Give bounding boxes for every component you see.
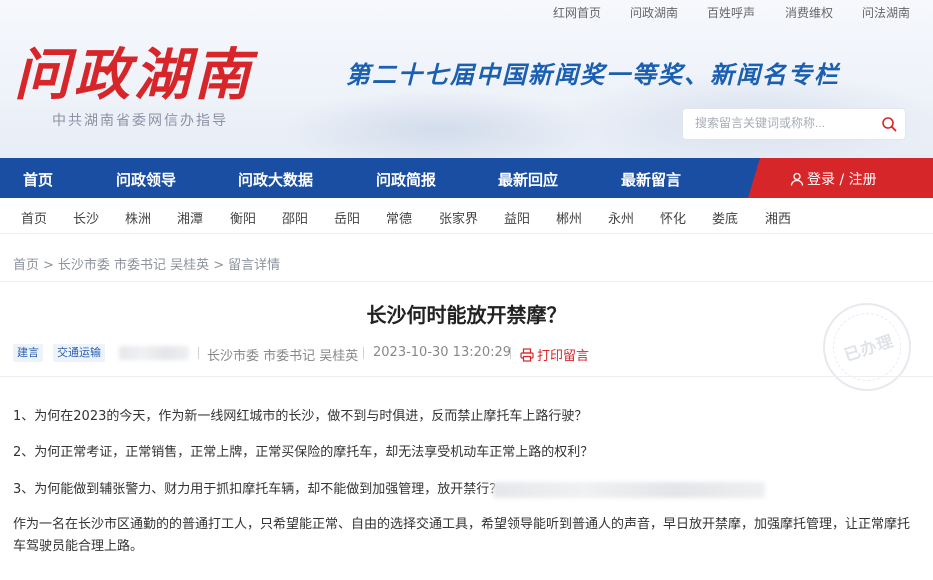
site-logo-subtitle: 中共湖南省委网信办指导	[52, 113, 228, 129]
message-paragraph: 3、为何能做到辅张警力、财力用于抓扣摩托车辆，却不能做到加强管理，放开禁行？	[13, 482, 503, 497]
message-paragraph: 1、为何在2023的今天，作为新一线网红城市的长沙，做不到与时俱进，反而禁止摩托…	[13, 409, 588, 424]
login-register-button[interactable]: 登录 / 注册	[790, 169, 877, 189]
breadcrumb-separator: >	[43, 258, 54, 273]
message-datetime: 2023-10-30 13:20:29	[373, 345, 512, 360]
breadcrumb-current: 留言详情	[228, 258, 281, 273]
printer-icon	[520, 348, 534, 362]
nav-item-latest-response[interactable]: 最新回应	[498, 169, 558, 190]
nav-item-briefing[interactable]: 问政简报	[376, 169, 436, 190]
city-link-home[interactable]: 首页	[21, 208, 47, 227]
tag-topic[interactable]: 交通运输	[53, 344, 105, 362]
city-bar: 首页 长沙 株洲 湘潭 衡阳 邵阳 岳阳 常德 张家界 益阳 郴州 永州 怀化 …	[0, 198, 933, 234]
city-link-xiangtan[interactable]: 湘潭	[177, 208, 203, 227]
city-link-huaihua[interactable]: 怀化	[660, 208, 686, 227]
login-register-label: 登录 / 注册	[807, 172, 877, 188]
city-link-xiangxi[interactable]: 湘西	[765, 208, 791, 227]
city-link-changde[interactable]: 常德	[386, 208, 412, 227]
city-link-yongzhou[interactable]: 永州	[608, 208, 634, 227]
toplink-rednet-home[interactable]: 红网首页	[553, 4, 601, 21]
message-recipient[interactable]: 长沙市委 市委书记 吴桂英	[207, 345, 358, 364]
print-message-button[interactable]: 打印留言	[520, 345, 589, 364]
tag-category[interactable]: 建言	[13, 344, 43, 362]
toplink-consumer-rights[interactable]: 消费维权	[785, 4, 833, 21]
main-nav: 首页 问政领导 问政大数据 问政简报 最新回应 最新留言 登录 / 注册	[0, 158, 933, 198]
city-link-changsha[interactable]: 长沙	[73, 208, 99, 227]
city-link-zhuzhou[interactable]: 株洲	[125, 208, 151, 227]
nav-item-big-data[interactable]: 问政大数据	[238, 169, 313, 190]
message-paragraph: 作为一名在长沙市区通勤的的普通打工人，只希望能正常、自由的选择交通工具，希望领导…	[13, 517, 911, 554]
nav-item-home[interactable]: 首页	[23, 169, 53, 190]
top-links-bar: 红网首页 问政湖南 百姓呼声 消费维权 问法湖南	[0, 0, 933, 24]
city-link-yiyang[interactable]: 益阳	[504, 208, 530, 227]
breadcrumb: 首页 > 长沙市委 市委书记 吴桂英 > 留言详情	[13, 254, 280, 273]
city-link-loudi[interactable]: 娄底	[712, 208, 738, 227]
nav-item-leaders[interactable]: 问政领导	[116, 169, 176, 190]
toplink-wenzheng-hunan[interactable]: 问政湖南	[630, 4, 678, 21]
search-box	[682, 108, 906, 140]
meta-separator	[198, 347, 199, 359]
message-title: 长沙何时能放开禁摩？	[366, 303, 567, 327]
city-link-zhangjiajie[interactable]: 张家界	[439, 208, 478, 227]
nav-item-latest-message[interactable]: 最新留言	[621, 169, 681, 190]
banner-slogan: 第二十七届中国新闻奖一等奖、新闻名专栏	[346, 60, 840, 89]
toplink-wenfa-hunan[interactable]: 问法湖南	[862, 4, 910, 21]
toplink-baixing-husheng[interactable]: 百姓呼声	[707, 4, 755, 21]
city-link-shaoyang[interactable]: 邵阳	[282, 208, 308, 227]
print-message-label: 打印留言	[537, 349, 590, 364]
search-icon[interactable]	[881, 116, 897, 132]
meta-separator	[510, 347, 511, 359]
divider	[0, 281, 933, 282]
user-icon	[790, 172, 804, 186]
search-input[interactable]	[695, 116, 875, 130]
breadcrumb-recipient[interactable]: 长沙市委 市委书记 吴桂英	[58, 258, 209, 273]
message-paragraph: 2、为何正常考证，正常销售，正常上牌，正常买保险的摩托车，却无法享受机动车正常上…	[13, 445, 594, 460]
city-link-yueyang[interactable]: 岳阳	[334, 208, 360, 227]
redacted-content	[493, 482, 765, 498]
breadcrumb-separator: >	[213, 258, 225, 273]
city-link-hengyang[interactable]: 衡阳	[230, 208, 256, 227]
redacted-username	[119, 346, 189, 360]
city-link-chenzhou[interactable]: 郴州	[556, 208, 582, 227]
breadcrumb-home[interactable]: 首页	[13, 258, 39, 273]
banner-cloud-decoration	[280, 90, 600, 158]
divider	[0, 376, 933, 377]
meta-separator	[363, 347, 364, 359]
site-logo[interactable]: 问政湖南	[14, 30, 254, 111]
